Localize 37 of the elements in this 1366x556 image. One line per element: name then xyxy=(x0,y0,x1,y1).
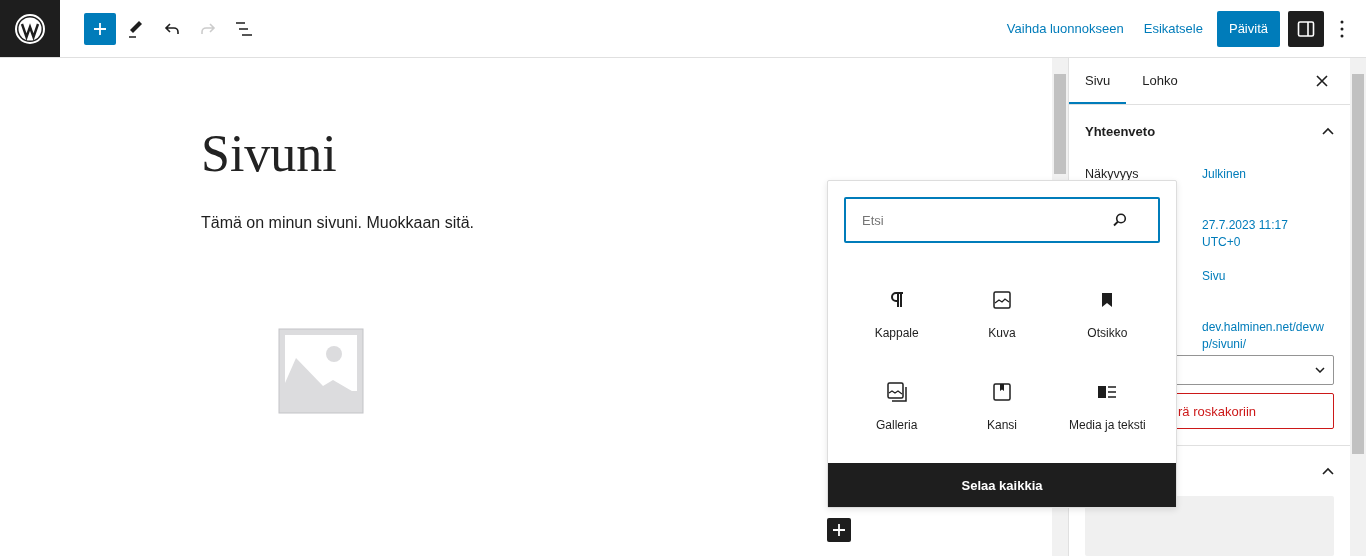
add-block-button[interactable] xyxy=(827,518,851,542)
chevron-down-icon xyxy=(1315,367,1325,373)
header-link[interactable]: Esikatsele xyxy=(1133,10,1213,47)
field-value-link[interactable]: 27.7.2023 11:17 UTC+0 xyxy=(1202,217,1324,251)
plus-icon xyxy=(92,20,108,37)
paragraph-text[interactable]: Tämä on minun sivuni. Muokkaan sitä. xyxy=(201,214,474,232)
sidebar-panel-icon xyxy=(1296,18,1316,39)
settings-toggle[interactable] xyxy=(1288,10,1324,47)
field-value-link[interactable]: Julkinen xyxy=(1202,166,1324,183)
header-link[interactable]: Vaihda luonnokseen xyxy=(996,10,1134,47)
update-button[interactable]: Päivitä xyxy=(1216,10,1280,47)
field-value-link[interactable]: Sivu xyxy=(1202,268,1324,285)
page-title[interactable]: Sivuni xyxy=(201,124,337,184)
block-type-item[interactable]: Kuva xyxy=(949,271,1055,357)
image-block-icon xyxy=(990,288,1014,312)
wordpress-icon xyxy=(14,12,46,45)
wordpress-logo[interactable] xyxy=(0,0,60,57)
chevron-up-icon[interactable] xyxy=(1322,127,1334,135)
search-input[interactable]: Etsi xyxy=(860,211,1112,229)
gallery-block-icon xyxy=(884,380,909,404)
block-type-item[interactable]: Galleria xyxy=(844,363,950,449)
sidebar-tab[interactable]: Lohko xyxy=(1126,58,1194,104)
image-placeholder-icon xyxy=(278,328,364,414)
block-type-item[interactable]: Kansi xyxy=(949,363,1055,449)
search-icon xyxy=(1112,212,1128,228)
chevron-up-icon[interactable] xyxy=(1322,467,1334,475)
scrollbar[interactable] xyxy=(1350,58,1366,556)
search-field[interactable]: Etsi xyxy=(844,197,1160,243)
field-value-link[interactable]: dev.halminen.net/devwp/sivuni/ xyxy=(1202,319,1324,353)
panel-heading[interactable]: Yhteenveto xyxy=(1085,123,1156,139)
sidebar-tab[interactable]: Sivu xyxy=(1069,58,1127,104)
plus-icon xyxy=(832,523,846,537)
block-type-item[interactable]: Otsikko xyxy=(1054,271,1160,357)
field-label: Näkyvyys xyxy=(1085,167,1139,181)
block-type-item[interactable]: Kappale xyxy=(844,271,950,357)
browse-all-button[interactable]: Selaa kaikkia xyxy=(828,463,1176,507)
cover-block-icon xyxy=(990,380,1014,404)
